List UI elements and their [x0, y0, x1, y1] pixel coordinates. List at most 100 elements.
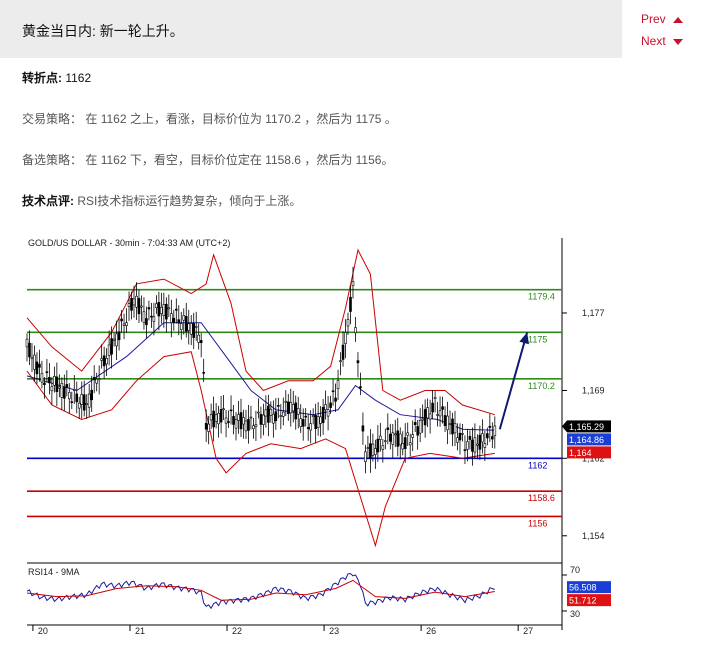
candle-body — [28, 342, 31, 358]
candle-body — [130, 298, 133, 311]
candle-body — [182, 315, 186, 321]
candle-body — [314, 415, 317, 429]
candle-body — [301, 419, 305, 427]
candle-body — [120, 318, 123, 322]
candle-body — [473, 437, 477, 453]
candle-body — [311, 415, 315, 417]
candle-body — [448, 423, 452, 425]
candle-body — [279, 415, 283, 417]
candle-body — [369, 443, 372, 460]
candle-body — [426, 407, 429, 419]
alt-strategy-text: 在 1162 下，看空，目标价位定在 1158.6 ，然后为 1156。 — [85, 153, 394, 167]
candle-body — [142, 311, 146, 323]
candle-body — [105, 358, 108, 365]
candle-body — [401, 443, 405, 450]
candle-body — [396, 430, 400, 447]
candle-body — [77, 402, 81, 409]
candle-body — [207, 423, 210, 432]
candle-body — [329, 402, 332, 408]
candle-body — [68, 392, 71, 400]
candle-body — [135, 295, 138, 308]
candle-body — [433, 397, 437, 400]
candle-body — [147, 307, 151, 310]
rsi-value-tag-label: 56.508 — [569, 583, 597, 593]
candle-body — [411, 434, 414, 438]
candle-body — [140, 305, 143, 308]
price-tag-label: 1,164.86 — [569, 435, 604, 445]
next-link[interactable]: Next — [641, 34, 683, 48]
candle-body — [92, 377, 96, 381]
candle-body — [458, 432, 462, 441]
chart-title: GOLD/US DOLLAR - 30min - 7:04:33 AM (UTC… — [28, 238, 230, 248]
x-tick-label: 27 — [523, 626, 533, 636]
candle-body — [389, 433, 392, 442]
candle-body — [446, 415, 449, 431]
tech-comment-label: 技术点评: — [22, 194, 74, 208]
candle-body — [187, 323, 191, 331]
candle-body — [291, 404, 295, 412]
y-tick-label: 1,154 — [582, 531, 605, 541]
alt-strategy-label: 备选策略： — [22, 153, 83, 167]
y-tick-label: 1,177 — [582, 308, 605, 318]
candle-body — [374, 448, 377, 455]
candle-body — [155, 303, 158, 308]
candle-body — [476, 443, 479, 446]
forecast-arrow-line — [498, 332, 529, 430]
candle-body — [75, 393, 79, 403]
candle-body — [319, 416, 322, 424]
pivot-label: 转折点: — [22, 71, 62, 85]
candle-body — [336, 380, 340, 389]
candle-body — [170, 313, 173, 324]
candle-body — [361, 425, 365, 432]
candle-body — [269, 408, 273, 416]
candle-body — [304, 415, 307, 418]
pivot-line: 转折点: 1162 — [22, 69, 91, 86]
candle-body — [58, 386, 61, 389]
candle-body — [30, 357, 34, 360]
candle-body — [277, 405, 280, 407]
candle-body — [384, 440, 387, 443]
candle-body — [145, 318, 148, 326]
alt-strategy-line: 备选策略： 在 1162 下，看空，目标价位定在 1158.6 ，然后为 115… — [22, 151, 393, 168]
candle-body — [110, 338, 113, 355]
candle-body — [421, 418, 424, 421]
candle-body — [408, 442, 412, 446]
level-label: 1170.2 — [528, 381, 555, 391]
candle-body — [87, 393, 91, 408]
candle-body — [97, 378, 101, 381]
candle-body — [249, 416, 253, 419]
candle-body — [486, 433, 489, 439]
candle-body — [204, 423, 208, 430]
candle-body — [157, 302, 161, 317]
candle-body — [316, 416, 320, 428]
candle-body — [82, 394, 86, 411]
candle-body — [212, 410, 215, 428]
candle-body — [192, 323, 196, 338]
candle-body — [254, 424, 258, 427]
candle-body — [172, 317, 176, 323]
candle-body — [25, 338, 29, 348]
candle-body — [491, 436, 494, 440]
candle-body — [386, 427, 390, 430]
candle-body — [127, 303, 131, 307]
candle-body — [282, 411, 285, 417]
candle-body — [478, 434, 482, 450]
candle-body — [117, 331, 121, 341]
candle-body — [441, 406, 444, 410]
candle-body — [403, 437, 407, 449]
candle-body — [209, 414, 213, 421]
candle-body — [72, 389, 76, 391]
candle-body — [45, 371, 49, 373]
candle-body — [197, 334, 200, 343]
prev-link[interactable]: Prev — [641, 12, 683, 26]
candle-body — [38, 363, 41, 368]
candle-body — [112, 338, 116, 341]
prev-label: Prev — [641, 12, 666, 26]
candle-body — [416, 426, 419, 436]
candle-body — [466, 441, 469, 450]
candle-body — [184, 315, 188, 332]
candle-body — [65, 384, 69, 388]
candle-body — [453, 423, 457, 434]
candle-body — [294, 402, 298, 420]
tech-comment-line: 技术点评: RSI技术指标运行趋势复杂，倾向于上涨。 — [22, 192, 301, 209]
